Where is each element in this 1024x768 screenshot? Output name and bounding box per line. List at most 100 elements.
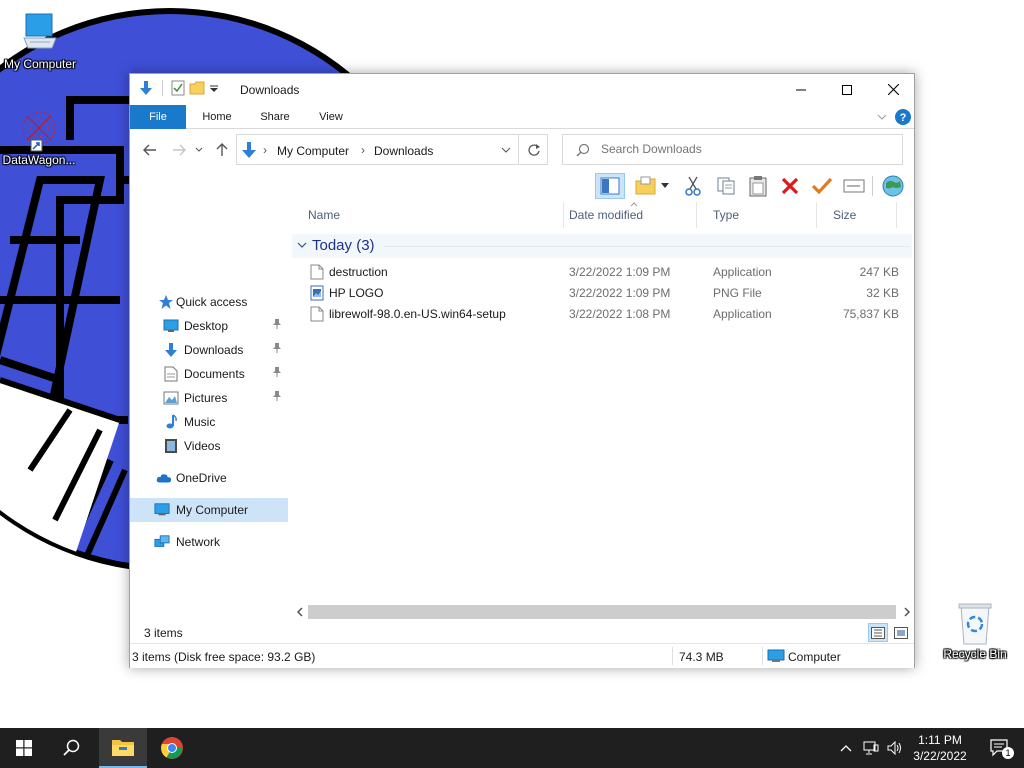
file-date: 3/22/2022 1:09 PM [569, 265, 671, 279]
delete-button[interactable] [776, 173, 804, 199]
file-type: Application [713, 265, 772, 279]
show-hidden-icons-button[interactable] [836, 728, 856, 768]
minimize-button[interactable] [778, 74, 824, 105]
maximize-icon [842, 84, 852, 95]
forward-button[interactable] [170, 142, 188, 158]
paste-icon [749, 176, 767, 197]
address-bar[interactable]: › My Computer › Downloads [236, 134, 548, 165]
globe-button[interactable] [879, 173, 907, 199]
desktop-icon-label: My Computer [3, 57, 77, 71]
search-box[interactable] [562, 134, 903, 165]
download-icon [163, 342, 179, 358]
column-header-name[interactable]: Name [292, 202, 564, 228]
up-button[interactable] [213, 142, 231, 158]
rename-button[interactable] [840, 173, 868, 199]
breadcrumb-downloads[interactable]: Downloads [374, 144, 433, 158]
scrollbar-thumb[interactable] [308, 605, 896, 619]
refresh-button[interactable] [518, 134, 548, 165]
copy-button[interactable] [712, 173, 740, 199]
taskbar-file-explorer[interactable] [99, 728, 147, 768]
scroll-left-icon[interactable] [295, 607, 305, 617]
nav-item-label: OneDrive [176, 471, 227, 485]
horizontal-scrollbar[interactable] [292, 604, 916, 621]
delete-icon [781, 177, 799, 195]
computer-icon [767, 649, 785, 662]
navigation-pane: Quick access Desktop Downloads Documents Pic… [130, 202, 288, 615]
nav-item-label: Downloads [184, 343, 244, 357]
new-item-button[interactable] [632, 173, 660, 199]
maximize-button[interactable] [824, 74, 870, 105]
chevron-up-icon [840, 745, 852, 752]
nav-item-label: Music [184, 415, 216, 429]
details-view-button[interactable] [868, 623, 888, 642]
recycle-bin-icon [958, 603, 992, 645]
desktop-icon [163, 318, 179, 334]
address-dropdown-button[interactable] [495, 135, 517, 164]
preview-pane-button[interactable] [595, 173, 625, 199]
table-row[interactable]: HP LOGO 3/22/2022 1:09 PM PNG File 32 KB [292, 282, 912, 303]
properties-icon[interactable] [171, 80, 185, 96]
breadcrumb-my-computer[interactable]: My Computer [277, 144, 349, 158]
group-label: Today (3) [312, 237, 375, 254]
column-header-size[interactable]: Size [817, 202, 897, 228]
search-input[interactable] [601, 142, 891, 156]
paste-button[interactable] [744, 173, 772, 199]
back-button[interactable] [141, 142, 159, 158]
expand-ribbon-icon[interactable] [876, 111, 888, 123]
taskbar-chrome[interactable] [148, 728, 196, 768]
desktop-icon-recycle-bin[interactable]: Recycle Bin [933, 600, 1017, 661]
shortcut-icon [22, 111, 56, 152]
nav-item-onedrive[interactable]: OneDrive [130, 466, 288, 490]
apply-button[interactable] [808, 173, 836, 199]
column-header-date[interactable]: Date modified [553, 202, 697, 228]
nav-item-network[interactable]: Network [130, 530, 288, 554]
music-icon [163, 414, 179, 430]
action-center-button[interactable]: 1 [980, 728, 1020, 768]
windows-logo-icon [16, 740, 32, 756]
nav-item-documents[interactable]: Documents [130, 362, 288, 386]
title-bar[interactable]: Downloads [130, 74, 914, 105]
table-row[interactable]: librewolf-98.0.en-US.win64-setup 3/22/20… [292, 303, 912, 324]
help-icon[interactable]: ? [895, 109, 911, 125]
nav-item-pictures[interactable]: Pictures [130, 386, 288, 410]
tab-file[interactable]: File [130, 105, 186, 129]
recent-locations-button[interactable] [194, 142, 204, 158]
nav-item-music[interactable]: Music [130, 410, 288, 434]
column-header-type[interactable]: Type [697, 202, 817, 228]
tab-home[interactable]: Home [192, 105, 242, 129]
desktop-icon-my-computer[interactable]: My Computer [0, 10, 82, 71]
file-size: 32 KB [866, 286, 899, 300]
volume-tray-button[interactable] [884, 728, 906, 768]
nav-item-my-computer[interactable]: My Computer [130, 498, 288, 522]
nav-item-downloads[interactable]: Downloads [130, 338, 288, 362]
close-button[interactable] [870, 74, 916, 105]
network-tray-button[interactable] [860, 728, 882, 768]
large-icons-view-button[interactable] [891, 623, 911, 642]
desktop-icon-datawagon[interactable]: DataWagon... [0, 106, 81, 167]
group-header-today[interactable]: Today (3) [292, 234, 912, 258]
taskbar-clock[interactable]: 1:11 PM 3/22/2022 [908, 732, 972, 764]
new-item-dropdown[interactable] [658, 173, 672, 199]
customize-toolbar-icon[interactable] [209, 80, 219, 96]
new-folder-icon[interactable] [189, 80, 205, 96]
search-icon [63, 739, 80, 756]
table-row[interactable]: destruction 3/22/2022 1:09 PM Applicatio… [292, 261, 912, 282]
arrow-left-icon [143, 144, 156, 156]
download-arrow-icon[interactable] [138, 80, 154, 96]
cut-button[interactable] [679, 173, 707, 199]
breadcrumb-separator: › [263, 143, 267, 157]
tab-share[interactable]: Share [250, 105, 300, 129]
search-button[interactable] [48, 728, 96, 768]
nav-item-quick-access[interactable]: Quick access [130, 290, 288, 314]
copy-icon [717, 177, 735, 195]
tab-view[interactable]: View [306, 105, 356, 129]
scroll-right-icon[interactable] [902, 607, 912, 617]
file-explorer-window: Downloads File Home Share View ? › My Co… [129, 73, 915, 668]
start-button[interactable] [0, 728, 48, 768]
nav-item-videos[interactable]: Videos [130, 434, 288, 458]
chevron-down-icon [661, 183, 669, 188]
checkmark-icon [811, 177, 833, 195]
network-icon [863, 741, 879, 755]
file-size: 247 KB [859, 265, 899, 279]
nav-item-desktop[interactable]: Desktop [130, 314, 288, 338]
